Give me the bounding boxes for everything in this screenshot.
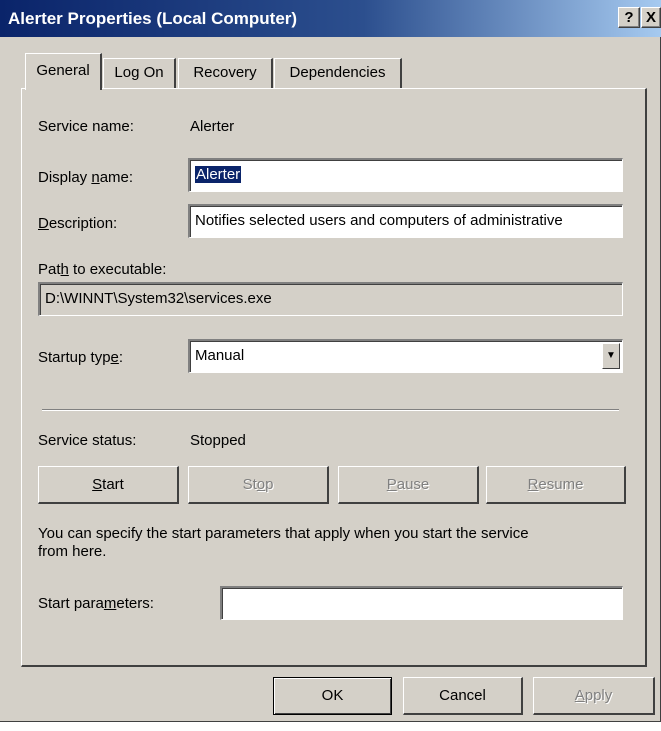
service-status-value: Stopped (190, 432, 246, 449)
startup-type-value: Manual (195, 347, 245, 364)
resume-button[interactable]: Resume (486, 466, 626, 504)
start-parameters-input[interactable] (220, 586, 623, 620)
general-tab-panel: Service name: Alerter Display name: Aler… (21, 88, 647, 667)
stop-button[interactable]: Stop (188, 466, 329, 504)
service-status-label: Service status: (38, 432, 137, 449)
start-parameters-label: Start parameters: (38, 595, 154, 612)
startup-type-dropdown[interactable]: Manual ▼ (188, 339, 623, 373)
tab-recovery[interactable]: Recovery (178, 58, 273, 88)
properties-dialog: Alerter Properties (Local Computer) ? X … (0, 0, 661, 722)
title-bar[interactable]: Alerter Properties (Local Computer) ? X (0, 0, 661, 37)
service-name-value: Alerter (190, 118, 235, 135)
ok-button[interactable]: OK (273, 677, 392, 715)
dropdown-arrow-icon[interactable]: ▼ (602, 343, 620, 369)
description-label: Description: (38, 215, 118, 232)
cancel-button[interactable]: Cancel (403, 677, 523, 715)
start-button[interactable]: Start (38, 466, 179, 504)
apply-button[interactable]: Apply (533, 677, 655, 715)
divider (42, 409, 619, 411)
display-name-selected-text: Alerter (195, 166, 242, 183)
startup-type-label: Startup type: (38, 349, 124, 366)
path-to-executable-field: D:\WINNT\System32\services.exe (38, 282, 623, 316)
help-button[interactable]: ? (618, 7, 640, 28)
tab-log-on[interactable]: Log On (103, 58, 176, 88)
tab-general[interactable]: General (25, 53, 102, 90)
close-button[interactable]: X (641, 7, 661, 28)
path-to-executable-label: Path to executable: (38, 261, 167, 278)
display-name-input[interactable]: Alerter (188, 158, 623, 192)
description-input[interactable]: Notifies selected users and computers of… (188, 204, 623, 238)
tab-dependencies[interactable]: Dependencies (274, 58, 402, 88)
display-name-label: Display name: (38, 169, 134, 186)
service-name-label: Service name: (38, 118, 134, 135)
pause-button[interactable]: Pause (338, 466, 479, 504)
start-parameters-hint: You can specify the start parameters tha… (38, 525, 529, 560)
window-title: Alerter Properties (Local Computer) (8, 9, 298, 28)
